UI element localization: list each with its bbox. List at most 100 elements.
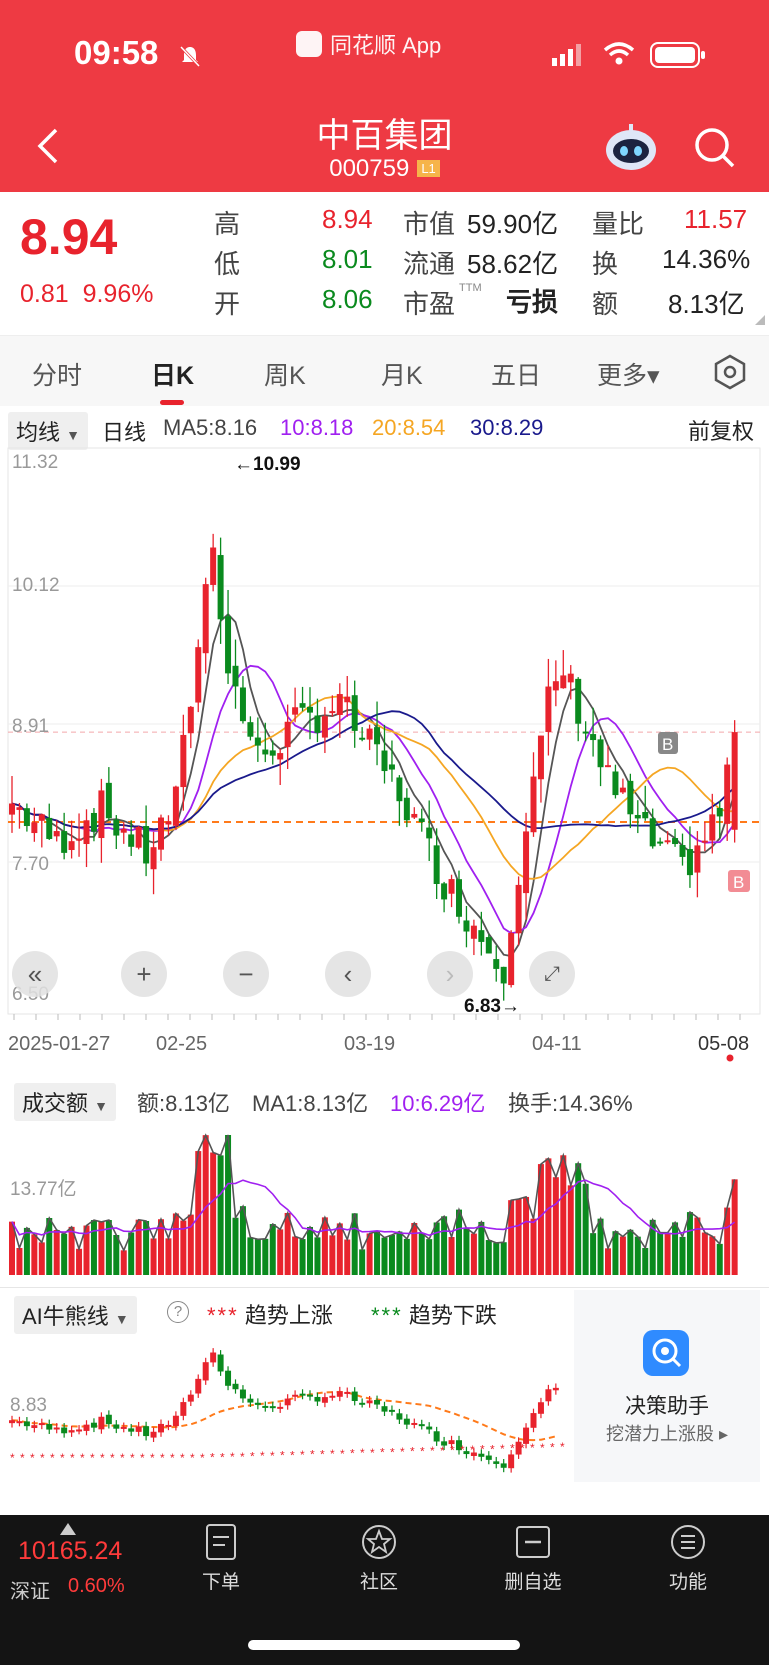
tab-five-day[interactable]: 五日 bbox=[491, 356, 541, 392]
svg-text:*: * bbox=[370, 1446, 375, 1460]
svg-text:*: * bbox=[260, 1449, 265, 1463]
date-label-0: 2025-01-27 bbox=[8, 1033, 110, 1055]
svg-text:*: * bbox=[270, 1449, 275, 1463]
tab-monthly-k[interactable]: 月K bbox=[381, 356, 423, 392]
svg-text:*: * bbox=[440, 1444, 445, 1458]
legend-down: *** 趋势下跌 bbox=[371, 1298, 497, 1330]
float-value: 58.62亿 bbox=[467, 249, 559, 279]
nav-order[interactable]: 下单 bbox=[176, 1523, 266, 1594]
legend-down-text: 趋势下跌 bbox=[408, 1303, 497, 1328]
nav-order-label: 下单 bbox=[201, 1572, 240, 1593]
scroll-left-button[interactable]: ‹ bbox=[325, 951, 371, 997]
app-switch[interactable]: 同花顺 App bbox=[296, 28, 441, 60]
open-label: 开 bbox=[214, 289, 241, 319]
svg-text:*: * bbox=[520, 1441, 525, 1455]
robot-assistant-icon[interactable] bbox=[604, 122, 658, 172]
svg-text:*: * bbox=[120, 1451, 125, 1465]
ma20-value: 20:8.54 bbox=[372, 415, 446, 440]
legend-up: *** 趋势上涨 bbox=[207, 1298, 333, 1330]
ma10-value: 10:8.18 bbox=[280, 415, 354, 440]
home-indicator[interactable] bbox=[248, 1640, 520, 1650]
ma-period: 日线 bbox=[102, 420, 147, 445]
ai-bull-dots: * * * * * * * * * * * * * * * * * * * * * * * * * * * * * * * * * * * * * * * *… bbox=[10, 1440, 565, 1465]
battery-icon bbox=[650, 42, 705, 68]
mcap-label: 市值 bbox=[403, 209, 456, 239]
svg-text:*: * bbox=[300, 1448, 305, 1462]
ma-selector-label: 均线 bbox=[16, 420, 61, 445]
svg-text:*: * bbox=[480, 1443, 485, 1457]
signal-b-top-text: B bbox=[662, 735, 673, 754]
help-icon[interactable]: ? bbox=[167, 1301, 189, 1323]
date-label-1: 02-25 bbox=[156, 1033, 207, 1055]
price-change: 0.81 9.96% bbox=[20, 280, 153, 309]
zoom-in-button[interactable]: + bbox=[121, 951, 167, 997]
svg-text:*: * bbox=[110, 1451, 115, 1465]
svg-text:*: * bbox=[320, 1447, 325, 1461]
volume-chart[interactable]: 13.77亿 bbox=[0, 1110, 769, 1280]
zoom-out-button[interactable]: − bbox=[223, 951, 269, 997]
nav-remove-label: 删自选 bbox=[504, 1572, 562, 1593]
svg-text:*: * bbox=[490, 1442, 495, 1456]
search-icon[interactable] bbox=[693, 126, 737, 170]
ai-selector[interactable]: AI牛熊线 ▼ bbox=[14, 1296, 137, 1334]
ma-selector[interactable]: 均线 ▼ bbox=[8, 412, 88, 450]
date-label-4: 05-08 bbox=[698, 1033, 749, 1055]
expand-corner-icon[interactable] bbox=[755, 315, 765, 325]
index-value[interactable]: 10165.24 bbox=[18, 1537, 122, 1566]
svg-text:*: * bbox=[190, 1451, 195, 1465]
svg-text:*: * bbox=[50, 1451, 55, 1465]
date-label-2: 03-19 bbox=[344, 1033, 395, 1055]
tab-intraday[interactable]: 分时 bbox=[32, 356, 82, 392]
svg-text:*: * bbox=[30, 1451, 35, 1465]
volume-bars bbox=[9, 1135, 738, 1275]
nav-community[interactable]: 社区 bbox=[334, 1523, 424, 1594]
tab-more[interactable]: 更多▾ bbox=[597, 356, 660, 392]
amount-label: 额 bbox=[592, 289, 619, 319]
latest-date-dot bbox=[726, 1054, 734, 1062]
svg-text:*: * bbox=[340, 1447, 345, 1461]
nav-functions[interactable]: 功能 bbox=[643, 1523, 733, 1594]
svg-text:*: * bbox=[20, 1451, 25, 1465]
tab-weekly-k[interactable]: 周K bbox=[264, 356, 306, 392]
kline-chart[interactable]: 11.32 10.12 8.91 7.70 6.50 ←10.99 6.83→ … bbox=[0, 446, 769, 1086]
svg-text:*: * bbox=[240, 1450, 245, 1464]
scroll-right-button[interactable]: › bbox=[427, 951, 473, 997]
magnifier-icon bbox=[643, 1330, 689, 1376]
amount-value: 8.13亿 bbox=[668, 289, 745, 319]
svg-text:*: * bbox=[180, 1451, 185, 1465]
y-label-3: 8.91 bbox=[12, 716, 49, 737]
app-name: 同花顺 App bbox=[330, 33, 442, 58]
ma5-value: MA5:8.16 bbox=[163, 415, 258, 440]
min-price-label: 6.83→ bbox=[464, 996, 520, 1017]
period-tabs: 分时 日K 周K 月K 五日 更多▾ bbox=[0, 335, 769, 406]
low-value: 8.01 bbox=[322, 244, 373, 274]
pe-label: 市盈 bbox=[403, 289, 456, 319]
ai-trend-line bbox=[11, 1390, 557, 1442]
tab-daily-k[interactable]: 日K bbox=[151, 356, 194, 392]
low-label: 低 bbox=[214, 249, 241, 279]
svg-text:*: * bbox=[540, 1441, 545, 1455]
svg-text:*: * bbox=[530, 1441, 535, 1455]
svg-text:*: * bbox=[130, 1451, 135, 1465]
adjust-mode[interactable]: 前复权 bbox=[688, 414, 754, 446]
nav-remove-watchlist[interactable]: 删自选 bbox=[488, 1523, 578, 1594]
fullscreen-button[interactable]: ⤢ bbox=[529, 951, 575, 997]
date-label-3: 04-11 bbox=[532, 1033, 582, 1055]
change-percent: 9.96% bbox=[82, 280, 154, 308]
candles bbox=[9, 533, 738, 1001]
svg-text:*: * bbox=[250, 1450, 255, 1464]
rewind-button[interactable]: « bbox=[12, 951, 58, 997]
svg-text:*: * bbox=[90, 1451, 95, 1465]
index-pct: 0.60% bbox=[68, 1575, 125, 1597]
svg-text:*: * bbox=[80, 1451, 85, 1465]
svg-text:*: * bbox=[330, 1447, 335, 1461]
decision-title: 决策助手 bbox=[625, 1395, 709, 1418]
open-value: 8.06 bbox=[322, 284, 373, 314]
decision-assistant-card[interactable]: 决策助手 挖潜力上涨股 ▸ bbox=[574, 1290, 760, 1482]
stock-code: 000759 bbox=[329, 155, 410, 182]
y-label-top: 11.32 bbox=[12, 452, 58, 473]
app-header: 09:58 同花顺 App 中百集团 000759 L1 bbox=[0, 0, 769, 192]
wifi-icon bbox=[603, 42, 635, 65]
ai-chart[interactable]: * * * * * * * * * * * * * * * * * * * * * * * * * * * * * * * * * * * * * * * *… bbox=[0, 1330, 574, 1480]
settings-hexagon-icon[interactable] bbox=[712, 354, 748, 390]
